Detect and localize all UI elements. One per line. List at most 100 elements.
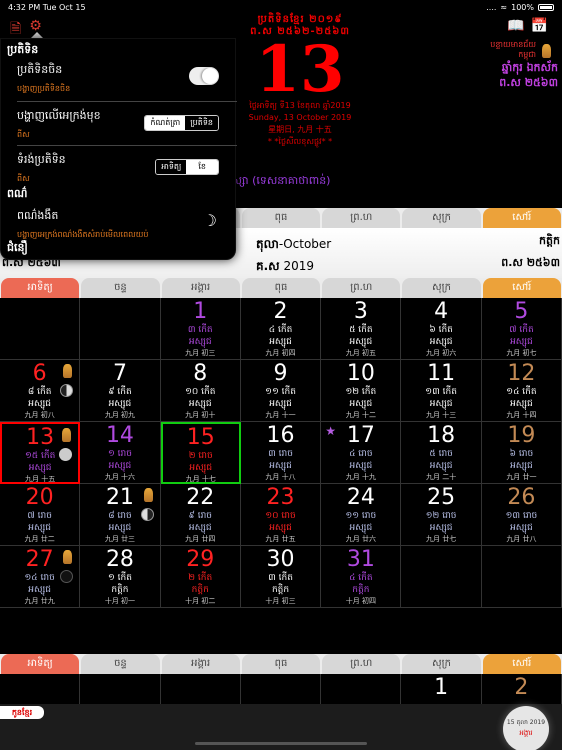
day-cell[interactable]: 11 ១៣ កើត អស្សុជ 九月 十三 xyxy=(401,360,482,422)
today-button[interactable]: 15 តុលា 2019 អង្គារ xyxy=(503,706,549,750)
chinese-date: 九月 十二 xyxy=(345,411,376,419)
lunar-month: អស្សុជ xyxy=(188,523,212,533)
lunar-month: អស្សុជ xyxy=(349,399,373,409)
weekday-header: ព្រ.ហ xyxy=(322,654,401,674)
lunar-month: កត្តិក xyxy=(271,585,290,595)
day-cell[interactable]: 13 ១៥ កើត អស្សុជ 九月 十五 xyxy=(0,422,81,484)
khmer-date: ថ្ងៃអាទិត្យ ទី13 ខែតុលា ឆ្នាំ2019 xyxy=(249,101,351,110)
lunar-month: អស្សុជ xyxy=(269,523,292,533)
chinese-date: 九月 初七 xyxy=(506,349,537,357)
lunar-day: ៥ រោច xyxy=(429,449,453,459)
day-cell[interactable]: 8 ១០ កើត អស្សុជ 九月 初十 xyxy=(160,360,241,422)
chinese-date: 九月 初五 xyxy=(345,349,376,357)
lunar-day: ៤ កើត xyxy=(349,573,373,583)
day-cell[interactable]: 6៨ កើត អស្សុជ 九月 初八 xyxy=(0,360,81,422)
day-cell[interactable]: 14 ១ រោច អស្សុជ 九月 十六 xyxy=(80,422,161,484)
chinese-calendar-row: ប្រតិទិនចិន បង្ហាញប្រតិទិនចិន xyxy=(17,63,229,95)
lunar-day: ១ កើត xyxy=(107,573,132,583)
october-month-name: តុលា-October xyxy=(256,237,332,251)
wifi-icon: ≈ xyxy=(500,3,508,12)
lunar-day: ៤ កើត xyxy=(268,325,293,335)
day-cell[interactable]: 2៤ កើត អស្សុជ 九月 初四 xyxy=(240,298,322,360)
section-color: ពណ៌ xyxy=(7,187,28,200)
day-number: 3 xyxy=(353,299,368,324)
segment-month[interactable]: ខែ xyxy=(186,160,218,174)
moon-phase-icon xyxy=(140,508,154,521)
notes-tab[interactable]: កូនខ្មែរ xyxy=(0,706,44,719)
day-cell[interactable]: 5៧ កើត អស្សុជ 九月 初七 xyxy=(481,298,562,360)
day-cell[interactable]: 3៥ កើត អស្សុជ 九月 初五 xyxy=(321,298,402,360)
lunar-month: អស្សុជ xyxy=(349,337,373,347)
day-cell[interactable]: 29 ២ កើត កត្តិក 十月 初二 xyxy=(160,546,241,608)
buddha-icon xyxy=(62,428,72,442)
day-cell[interactable]: 17 ៤ រោច អស្សុជ 九月 十九 ★ xyxy=(321,422,402,484)
day-cell[interactable]: 15 ២ រោច អស្សុជ 九月 十七 xyxy=(160,422,241,484)
chinese-date: 九月 廿二 xyxy=(24,535,55,543)
lunar-month: អស្សុជ xyxy=(189,463,213,473)
section-other: ជំនឿ xyxy=(7,241,28,254)
battery-percent: 100% xyxy=(511,3,534,12)
chinese-date: 九月 廿九 xyxy=(24,597,55,605)
chinese-calendar-toggle[interactable] xyxy=(189,67,219,85)
selected-date-header: ប្រតិទិនខ្មែរ ២០១៩ ព.ស ២៥៦២-២៥៦៣ 13 ថ្ងៃ… xyxy=(230,14,370,148)
day-number: 31 xyxy=(346,547,375,572)
day-cell[interactable]: 25 ១២ រោច អស្សុជ 九月 廿七 xyxy=(401,484,482,546)
day-cell[interactable]: 30 ៣ កើត កត្តិក 十月 初三 xyxy=(240,546,322,608)
status-time: 4:32 PM Tue Oct 15 xyxy=(8,3,86,12)
day-cell[interactable]: 23 ១០ រោច អស្សុជ 九月 廿五 xyxy=(240,484,322,546)
day-number: 4 xyxy=(434,299,449,324)
day-number: 22 xyxy=(186,485,215,510)
chinese-date: 九月 十三 xyxy=(426,411,457,419)
day-cell[interactable]: 24 ១១ រោច អស្សុជ 九月 廿六 xyxy=(321,484,402,546)
lunar-day: ៣ រោច xyxy=(268,449,293,459)
day-cell[interactable]: 22 ៩ រោច អស្សុជ 九月 廿四 xyxy=(160,484,241,546)
segment-notes[interactable]: កំណត់ត្រា xyxy=(145,116,186,130)
lunar-day: ៤ រោច xyxy=(349,449,373,459)
calendar-icon[interactable]: 📅 xyxy=(531,18,548,34)
lunar-day: ១២ កើត xyxy=(345,387,377,397)
lunar-day: ១១ រោច xyxy=(345,511,377,521)
home-indicator[interactable] xyxy=(195,742,367,745)
day-cell[interactable]: 31 ៤ កើត កត្តិក 十月 初四 xyxy=(321,546,402,608)
lunar-day: ២ រោច xyxy=(188,451,213,461)
lunar-month: អស្សុជ xyxy=(429,461,453,471)
day-cell[interactable]: 9 ១១ កើត អស្សុជ 九月 十一 xyxy=(240,360,322,422)
lunar-month: អស្សុជ xyxy=(429,337,453,347)
day-cell[interactable]: 19 ៦ រោច អស្សុជ 九月 廿一 xyxy=(481,422,562,484)
day-cell[interactable]: 18 ៥ រោច អស្សុជ 九月 二十 xyxy=(401,422,482,484)
day-number: 7 xyxy=(112,361,127,386)
day-cell[interactable]: 4៦ កើត អស្សុជ 九月 初六 xyxy=(401,298,482,360)
day-cell[interactable]: 28 ១ កើត កត្តិក 十月 初一 xyxy=(80,546,161,608)
empty-cell xyxy=(0,298,81,360)
day-number: 1 xyxy=(434,675,449,700)
province-label: បន្ទាយមានជ័យ xyxy=(490,40,536,49)
day-cell[interactable]: 27 ១៤ រោច អស្សុជ 九月 廿九 xyxy=(0,546,81,608)
top-right-toolbar: 📖 📅 xyxy=(507,18,548,34)
lunar-day: ១ រោច xyxy=(107,449,132,459)
october-right-label: កត្តិក xyxy=(539,234,560,247)
segment-calendar[interactable]: ប្រតិទិន xyxy=(185,116,218,130)
book-icon[interactable]: 📖 xyxy=(507,18,524,34)
night-color-title: ពណ៌ងងឹត xyxy=(17,209,59,222)
day-cell[interactable]: 26 ១៣ រោច អស្សុជ 九月 廿八 xyxy=(481,484,562,546)
day-cell[interactable]: 7៩ កើត អស្សុជ 九月 初九 xyxy=(80,360,161,422)
day-cell[interactable]: 1៣ កើត អស្សុជ 九月 初三 xyxy=(160,298,241,360)
day-cell[interactable]: 16 ៣ រោច អស្សុជ 九月 十八 xyxy=(240,422,322,484)
lunar-day: ៩ កើត xyxy=(108,387,132,397)
day-cell[interactable]: 20 ៧ រោច អស្សុជ 九月 廿二 xyxy=(0,484,81,546)
lunar-day: ១៣ រោច xyxy=(505,511,538,521)
october-weekday-header: អាទិត្យ ចន្ទ អង្គារ ពុធ ព្រ.ហ សុក្រ សៅរ៍ xyxy=(0,278,562,298)
day-cell[interactable]: 10 ១២ កើត អស្សុជ 九月 十二 xyxy=(321,360,402,422)
day-number: 28 xyxy=(105,547,134,572)
november-weekday-header: អាទិត្យ ចន្ទ អង្គារ ពុធ ព្រ.ហ សុក្រ សៅរ៍ xyxy=(0,654,562,674)
moon-icon[interactable]: ☽ xyxy=(203,211,217,230)
day-cell[interactable]: 21 ៨ រោច អស្សុជ 九月 廿三 xyxy=(80,484,161,546)
segment-week[interactable]: អាទិត្យ xyxy=(156,160,187,174)
section-calendar: ប្រតិទិន xyxy=(7,43,39,56)
lunar-day: ២ កើត xyxy=(188,573,213,583)
lunar-month: អស្សុជ xyxy=(510,337,533,347)
day-cell[interactable]: 12 ១៤ កើត អស្សុជ 九月 十四 xyxy=(481,360,562,422)
night-color-sub: បង្ហាញអេក្រង់ពណ៌ងងឹតសំរាប់មើលពេលយប់ xyxy=(17,230,149,239)
lunar-day: ១៤ កើត xyxy=(506,387,537,397)
chinese-date: 十月 初四 xyxy=(345,597,376,605)
